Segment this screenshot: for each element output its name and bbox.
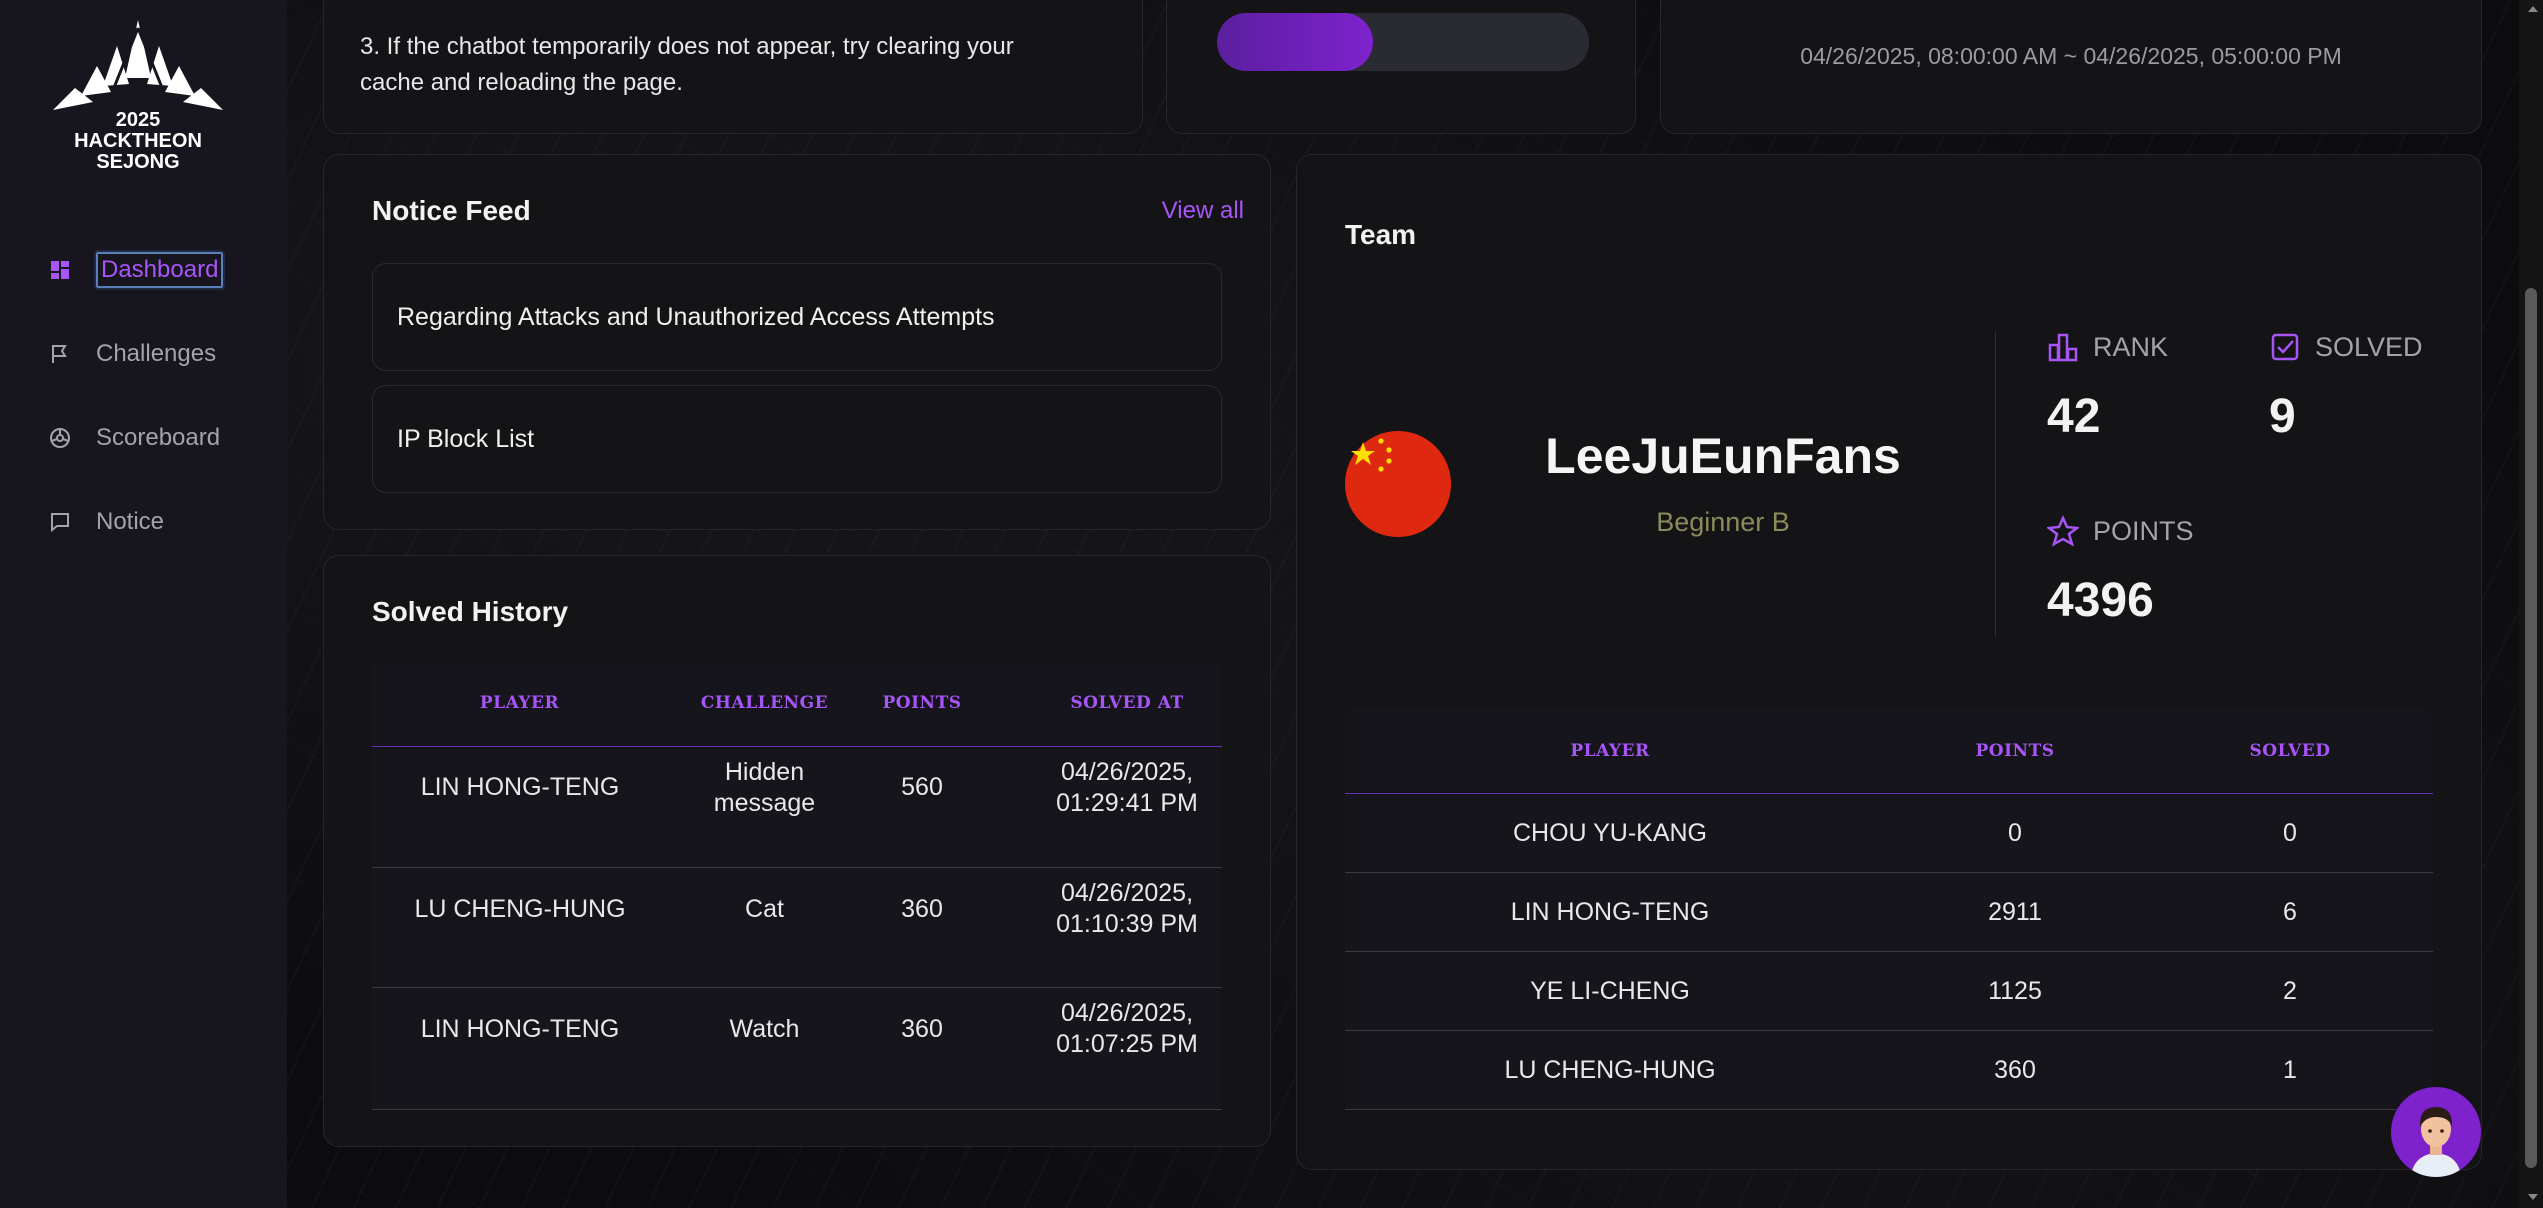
solved-value: 9	[2269, 390, 2296, 443]
rank-label: RANK	[2047, 331, 2168, 363]
row-divider	[372, 867, 1222, 868]
progress-card	[1166, 0, 1636, 134]
team-divider	[1995, 331, 1996, 637]
progress-fill	[1217, 13, 1374, 71]
points-label: POINTS	[2047, 515, 2194, 547]
solved-at-cell: 04/26/2025, 01:10:39 PM	[1056, 879, 1198, 938]
challenge-cell: Hidden message	[713, 758, 816, 817]
solved-at-cell: 04/26/2025, 01:07:25 PM	[1056, 999, 1198, 1058]
dashboard-icon	[48, 258, 72, 282]
sidebar-item-label: Scoreboard	[96, 424, 221, 451]
row-divider	[1345, 951, 2433, 952]
podium-icon	[2048, 333, 2078, 362]
points-cell: 2911	[1988, 898, 2042, 926]
sidebar-item-notice[interactable]: Notice	[48, 502, 164, 542]
column-header: POINTS	[882, 693, 962, 713]
column-header: POINTS	[1975, 741, 2055, 761]
china-flag-icon	[1345, 431, 1451, 537]
scroll-up-icon[interactable]	[2528, 6, 2538, 12]
team-members-table: PLAYER POINTS SOLVED CHOU YU-KANG 0 0 LI…	[1345, 708, 2433, 1110]
notice-item[interactable]: Regarding Attacks and Unauthorized Acces…	[372, 263, 1222, 371]
points-value: 4396	[2047, 574, 2154, 627]
sidebar-item-label: Challenges	[96, 340, 217, 367]
header-divider	[372, 746, 1222, 747]
progress-bar	[1217, 13, 1589, 71]
row-divider	[372, 1109, 1222, 1110]
logo-emblem-icon	[53, 20, 223, 111]
instruction-line: cache and reloading the page.	[360, 69, 683, 96]
view-all-link[interactable]: View all	[1162, 197, 1244, 225]
time-card: 04/26/2025, 08:00:00 AM ~ 04/26/2025, 05…	[1660, 0, 2482, 134]
logo-year: 2025	[115, 109, 161, 131]
player-cell: LIN HONG-TENG	[420, 1015, 620, 1043]
scoreboard-icon	[48, 426, 72, 450]
sidebar: 2025 HACKTHEON SEJONG Dashboard Challeng…	[0, 0, 287, 1208]
player-cell: LIN HONG-TENG	[420, 773, 620, 801]
star-icon	[2047, 515, 2079, 547]
solved-cell: 0	[2283, 819, 2297, 847]
instructions-card: 3. If the chatbot temporarily does not a…	[323, 0, 1143, 134]
notice-item-title: IP Block List	[397, 424, 535, 453]
challenge-cell: Cat	[745, 895, 784, 923]
team-title: Team	[1345, 219, 1417, 250]
player-cell: CHOU YU-KANG	[1512, 819, 1707, 847]
hackthon-logo[interactable]: 2025 HACKTHEON SEJONG	[45, 18, 231, 178]
sidebar-item-scoreboard[interactable]: Scoreboard	[48, 418, 220, 458]
row-divider	[372, 987, 1222, 988]
chatbot-avatar-icon	[2411, 1107, 2461, 1177]
notice-item[interactable]: IP Block List	[372, 385, 1222, 493]
logo-line1: HACKTHEON	[74, 130, 202, 152]
row-divider	[1345, 1109, 2433, 1110]
solved-history-table: PLAYER CHALLENGE POINTS SOLVED AT LIN HO…	[372, 662, 1222, 1110]
scrollbar-thumb[interactable]	[2525, 288, 2537, 1168]
solved-label: SOLVED	[2269, 331, 2423, 363]
points-cell: 560	[901, 773, 943, 801]
points-cell: 360	[901, 895, 943, 923]
competition-time-range: 04/26/2025, 08:00:00 AM ~ 04/26/2025, 05…	[1800, 43, 2342, 69]
notice-item-title: Regarding Attacks and Unauthorized Acces…	[397, 302, 995, 331]
points-cell: 360	[901, 1015, 943, 1043]
column-header: PLAYER	[479, 693, 560, 713]
solved-cell: 1	[2283, 1056, 2297, 1084]
points-cell: 360	[1994, 1056, 2036, 1084]
points-cell: 0	[2008, 819, 2022, 847]
row-divider	[1345, 1030, 2433, 1031]
rank-value: 42	[2047, 390, 2101, 443]
chatbot-button[interactable]	[2391, 1087, 2481, 1177]
sidebar-item-dashboard[interactable]: Dashboard	[48, 250, 226, 290]
scroll-down-icon[interactable]	[2528, 1194, 2538, 1200]
column-header: CHALLENGE	[700, 693, 829, 713]
scrollbar[interactable]	[2519, 0, 2543, 1208]
sidebar-item-label: Notice	[96, 508, 165, 535]
checkbox-icon	[2271, 333, 2299, 361]
player-cell: YE LI-CHENG	[1530, 977, 1690, 1005]
flag-icon	[48, 342, 72, 366]
column-header: SOLVED AT	[1070, 693, 1184, 713]
player-cell: LIN HONG-TENG	[1510, 898, 1710, 926]
logo-line2: SEJONG	[96, 151, 180, 173]
player-cell: LU CHENG-HUNG	[414, 895, 626, 923]
solved-at-cell: 04/26/2025, 01:29:41 PM	[1056, 758, 1198, 817]
sidebar-item-challenges[interactable]: Challenges	[48, 334, 216, 374]
points-cell: 1125	[1988, 977, 2042, 1005]
row-divider	[1345, 872, 2433, 873]
instruction-line: 3. If the chatbot temporarily does not a…	[360, 33, 1014, 60]
solved-cell: 6	[2283, 898, 2297, 926]
message-icon	[48, 510, 72, 534]
challenge-cell: Watch	[729, 1015, 800, 1043]
solved-history-title: Solved History	[372, 596, 569, 627]
sidebar-item-label: Dashboard	[93, 250, 226, 290]
notice-feed-title: Notice Feed	[372, 195, 531, 226]
player-cell: LU CHENG-HUNG	[1504, 1056, 1716, 1084]
solved-cell: 2	[2283, 977, 2297, 1005]
column-header: SOLVED	[2249, 741, 2331, 761]
team-division: Beginner B	[1656, 507, 1790, 537]
team-name: LeeJuEunFans	[1545, 428, 1901, 484]
header-divider	[1345, 793, 2433, 794]
column-header: PLAYER	[1570, 741, 1650, 761]
